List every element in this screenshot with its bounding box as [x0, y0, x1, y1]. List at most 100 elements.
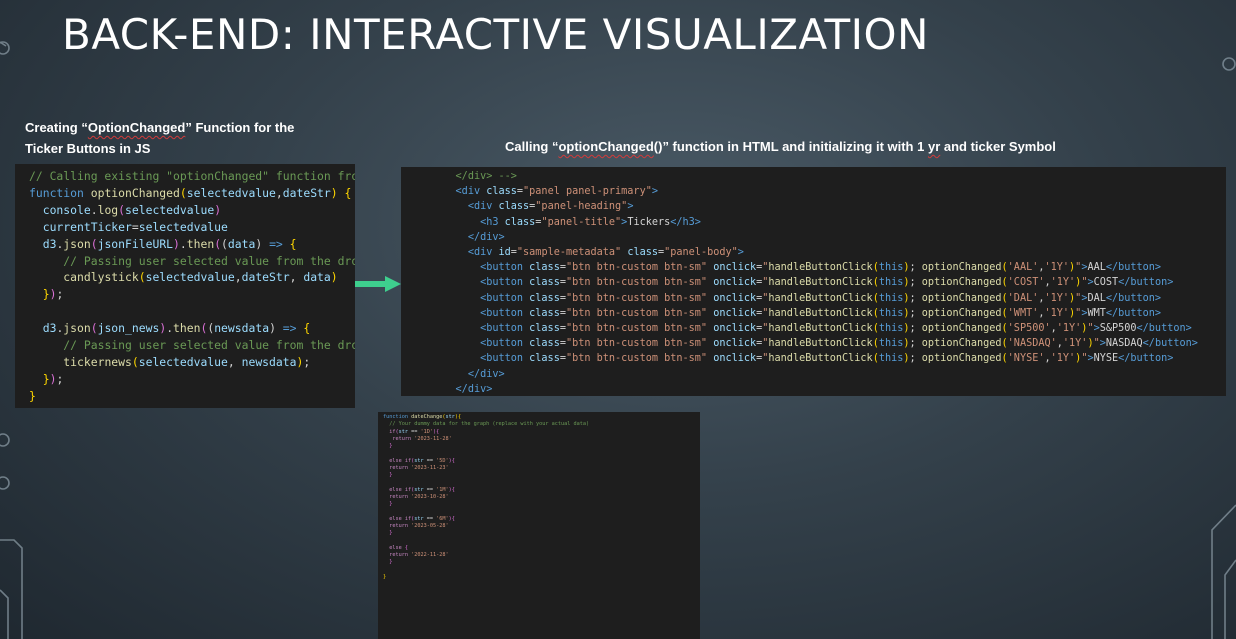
caption-html-mid: ()” function in HTML and initializing it… — [653, 139, 928, 154]
code-token: ; — [56, 371, 64, 386]
code-token: // Passing user selected value from the … — [63, 253, 355, 268]
code-line: currentTicker=selectedvalue — [29, 219, 355, 236]
code-token: '5D' — [436, 457, 449, 464]
code-token: str — [414, 457, 424, 464]
code-token: => — [282, 321, 297, 336]
code-token: class — [529, 292, 560, 304]
code-token: class — [498, 201, 530, 213]
code-line: return '2023-11-28' — [383, 436, 700, 443]
code-token: '1Y' — [1044, 292, 1070, 304]
code-token: optionChanged — [90, 185, 180, 200]
code-token: { — [457, 414, 462, 420]
code-line: <div id="sample-metadata" class="panel-b… — [431, 245, 1226, 260]
code-token: class — [529, 353, 560, 365]
code-token: str — [414, 486, 424, 493]
code-token: </div> — [467, 368, 505, 380]
code-line: else if(str == '1M'){ — [383, 487, 700, 494]
code-line: <button class="btn btn-custom btn-sm" on… — [431, 351, 1226, 366]
code-token: } — [389, 559, 393, 565]
code-token: // Your dummy data for the graph (replac… — [389, 421, 590, 428]
caption-js-pre: Creating “ — [25, 120, 88, 135]
code-token: == — [423, 457, 437, 464]
code-token: </button> — [1105, 262, 1162, 274]
code-token: ( — [138, 270, 146, 285]
code-token: '2023-10-28' — [411, 493, 449, 500]
code-token: ; — [909, 307, 922, 319]
code-token: // Calling existing "optionChanged" func… — [29, 169, 355, 183]
code-token: onclick — [713, 292, 757, 304]
code-token: <div — [455, 186, 487, 198]
code-line: return '2023-10-28' — [383, 494, 700, 501]
code-token: , — [275, 185, 283, 200]
code-line: }); — [29, 371, 355, 388]
code-token: json_news — [97, 321, 160, 336]
code-token: '2023-05-28' — [411, 522, 449, 529]
code-token: then — [186, 236, 215, 251]
code-token: ) — [330, 185, 338, 200]
code-token: ( — [90, 321, 98, 336]
caption-js-post: ” Function for the — [185, 120, 295, 135]
code-line: }); — [29, 286, 355, 303]
right-arrow-icon — [355, 276, 401, 292]
code-token: } — [389, 443, 393, 449]
code-token: json — [63, 321, 91, 336]
code-line: } — [383, 472, 700, 479]
code-token: return — [389, 464, 412, 471]
code-token: ( — [131, 354, 139, 369]
code-line: // Calling existing "optionChanged" func… — [29, 168, 355, 185]
code-line: <h3 class="panel-title">Tickers</h3> — [431, 215, 1226, 230]
code-token: 'NYSE' — [1007, 353, 1045, 365]
code-token: function — [383, 414, 412, 420]
code-line: return '2022-11-28' — [383, 552, 700, 559]
code-token: '1Y' — [1050, 277, 1076, 289]
code-token: else — [389, 544, 405, 551]
code-token: <button — [480, 292, 530, 304]
code-line: </div> — [431, 382, 1226, 396]
code-line: d3.json(json_news).then((newsdata) => { — [29, 320, 355, 337]
code-token: selectedvalue — [145, 270, 235, 285]
code-token: '1Y' — [1062, 338, 1088, 350]
code-token: this — [878, 277, 904, 289]
code-token: > — [627, 201, 634, 213]
code-token: optionChanged — [921, 338, 1002, 350]
code-token: <button — [480, 338, 530, 350]
code-token: selectedvalue — [186, 185, 276, 200]
code-token: class — [529, 277, 560, 289]
code-token: , — [289, 270, 304, 285]
code-line: else if(str == '6M'){ — [383, 516, 700, 523]
code-token: '2022-11-28' — [411, 551, 449, 558]
code-token: console — [42, 202, 91, 217]
code-token: </button> — [1136, 323, 1192, 335]
code-line: tickernews(selectedvalue, newsdata); — [29, 354, 355, 371]
code-token: "btn btn-custom btn-sm" — [565, 277, 708, 289]
code-screenshot-js: // Calling existing "optionChanged" func… — [15, 164, 355, 408]
code-token: 'NASDAQ' — [1007, 338, 1057, 350]
code-token: '1D' — [420, 428, 434, 435]
code-token: ; — [909, 353, 922, 365]
code-line: // Your dummy data for the graph (replac… — [383, 421, 700, 428]
code-token: "panel-title" — [541, 216, 622, 228]
code-token: DAL — [1087, 292, 1106, 304]
code-token: optionChanged — [921, 262, 1002, 274]
code-token: { — [404, 544, 408, 551]
code-token: optionChanged — [921, 292, 1002, 304]
code-token: </div> --> — [455, 171, 517, 182]
code-token: { — [289, 236, 297, 251]
code-line: return '2023-11-23' — [383, 465, 700, 472]
code-line: <button class="btn btn-custom btn-sm" on… — [431, 321, 1226, 336]
code-token: newsdata — [214, 321, 270, 336]
